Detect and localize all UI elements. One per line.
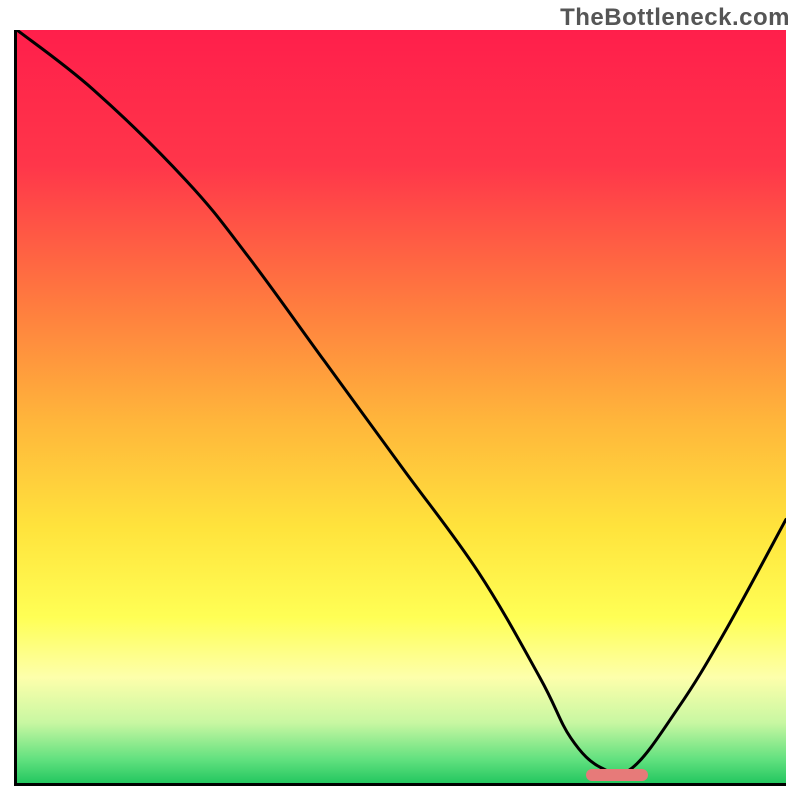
chart-frame: TheBottleneck.com <box>0 0 800 800</box>
plot-area <box>14 30 786 786</box>
watermark-text: TheBottleneck.com <box>560 4 790 32</box>
curve-layer <box>17 30 786 783</box>
optimal-range-marker <box>586 769 648 781</box>
bottleneck-curve <box>17 30 786 774</box>
